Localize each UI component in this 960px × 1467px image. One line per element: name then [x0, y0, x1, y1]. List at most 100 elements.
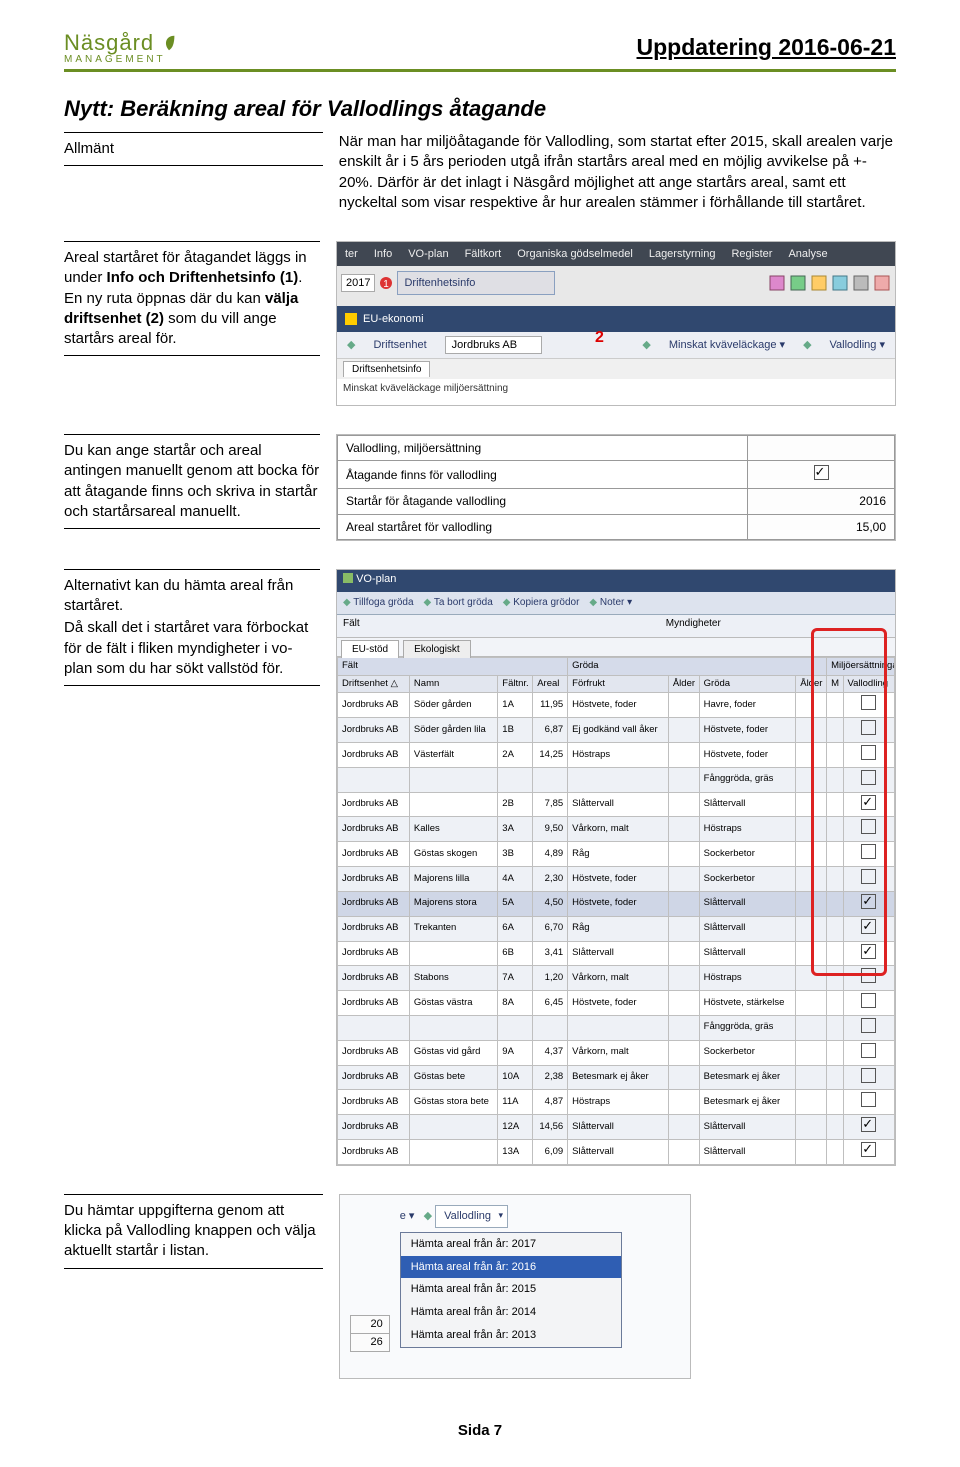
dropdown-item[interactable]: Hämta areal från år: 2015 — [401, 1278, 621, 1301]
grid-cell[interactable] — [843, 718, 894, 743]
grid-cell[interactable] — [409, 767, 497, 792]
grid-cell[interactable]: Vårkorn, malt — [568, 966, 669, 991]
icon-f[interactable] — [873, 274, 891, 292]
vallodling-button[interactable]: Vallodling — [435, 1205, 508, 1228]
grid-cell[interactable]: Sockerbetor — [699, 867, 796, 892]
grid-cell[interactable] — [827, 991, 843, 1016]
grid-cell[interactable]: Höstvete, foder — [699, 718, 796, 743]
grid-cell[interactable]: Slåttervall — [699, 792, 796, 817]
checkbox-icon[interactable] — [861, 869, 876, 884]
grid-cell[interactable]: 6,45 — [533, 991, 568, 1016]
grid-cell[interactable]: 7A — [498, 966, 533, 991]
checkbox-icon[interactable] — [861, 770, 876, 785]
grid-header[interactable]: Fältnr. — [498, 675, 533, 693]
checkbox-icon[interactable] — [861, 720, 876, 735]
checkbox-icon[interactable] — [861, 1092, 876, 1107]
grid-cell[interactable]: Råg — [568, 842, 669, 867]
grid-cell[interactable] — [843, 966, 894, 991]
tab-driftinfo[interactable]: Driftsenhetsinfo — [343, 361, 430, 378]
grid-cell[interactable] — [843, 1090, 894, 1115]
grid-cell[interactable] — [827, 891, 843, 916]
grid-cell[interactable]: Söder gården — [409, 693, 497, 718]
grid-cell[interactable] — [827, 693, 843, 718]
grid-cell[interactable]: Vårkorn, malt — [568, 1040, 669, 1065]
grid-cell[interactable]: 7,85 — [533, 792, 568, 817]
grid-header[interactable]: Förfrukt — [568, 675, 669, 693]
grid-cell[interactable]: 2B — [498, 792, 533, 817]
dropdown-item[interactable]: Hämta areal från år: 2017 — [401, 1233, 621, 1256]
grid-cell[interactable]: 3,41 — [533, 941, 568, 966]
grid-cell[interactable]: Majorens lilla — [409, 867, 497, 892]
grid-cell[interactable]: Råg — [568, 916, 669, 941]
grid-cell[interactable]: Jordbruks AB — [338, 1090, 410, 1115]
grid-cell[interactable] — [498, 1015, 533, 1040]
grid-cell[interactable] — [796, 693, 827, 718]
grid-cell[interactable] — [668, 792, 699, 817]
vallodling-menu-list[interactable]: Hämta areal från år: 2017 Hämta areal frå… — [400, 1232, 622, 1348]
grid-cell[interactable]: Fånggröda, gräs — [699, 767, 796, 792]
grid-cell[interactable]: Göstas skogen — [409, 842, 497, 867]
vo-toolbar-item[interactable]: ◆ Ta bort gröda — [424, 596, 493, 610]
grid-cell[interactable] — [668, 867, 699, 892]
grid-cell[interactable] — [796, 891, 827, 916]
menu-item[interactable]: Organiska gödselmedel — [509, 242, 641, 266]
grid-cell[interactable] — [843, 1015, 894, 1040]
grid-cell[interactable]: Söder gården lila — [409, 718, 497, 743]
grid-cell[interactable]: Slåttervall — [699, 1140, 796, 1165]
grid-cell[interactable] — [796, 767, 827, 792]
grid-cell[interactable]: 4,87 — [533, 1090, 568, 1115]
icon-a[interactable] — [768, 274, 786, 292]
grid-cell[interactable] — [796, 1040, 827, 1065]
grid-cell[interactable]: 11A — [498, 1090, 533, 1115]
grid-cell[interactable]: Jordbruks AB — [338, 1115, 410, 1140]
grid-cell[interactable]: Fånggröda, gräs — [699, 1015, 796, 1040]
grid-cell[interactable] — [568, 767, 669, 792]
grid-cell[interactable]: Slåttervall — [699, 1115, 796, 1140]
vallodling-menu[interactable]: Vallodling ▾ — [830, 338, 885, 353]
grid-cell[interactable] — [796, 1140, 827, 1165]
grid-cell[interactable] — [796, 991, 827, 1016]
grid-cell[interactable] — [668, 1140, 699, 1165]
grid-header[interactable]: Gröda — [699, 675, 796, 693]
grid-cell[interactable] — [668, 891, 699, 916]
grid-cell[interactable]: Slåttervall — [568, 1140, 669, 1165]
checkbox-icon[interactable] — [861, 1043, 876, 1058]
grid-cell[interactable]: Höstraps — [568, 743, 669, 768]
grid-cell[interactable] — [796, 792, 827, 817]
grid-cell[interactable]: Höstvete, foder — [568, 867, 669, 892]
grid-cell[interactable]: Göstas bete — [409, 1065, 497, 1090]
vo-toolbar-item[interactable]: ◆ Kopiera grödor — [503, 596, 580, 610]
grid-cell[interactable] — [827, 718, 843, 743]
grid-cell[interactable] — [796, 1090, 827, 1115]
grid-cell[interactable] — [843, 1065, 894, 1090]
grid-cell[interactable]: Betesmark ej åker — [699, 1065, 796, 1090]
grid-cell[interactable] — [796, 743, 827, 768]
dropdown-item[interactable]: Hämta areal från år: 2013 — [401, 1324, 621, 1347]
grid-cell[interactable]: 6B — [498, 941, 533, 966]
menu-item[interactable]: Fältkort — [457, 242, 510, 266]
grid-cell[interactable]: 6A — [498, 916, 533, 941]
menu-item[interactable]: Register — [723, 242, 780, 266]
grid-cell[interactable]: Majorens stora — [409, 891, 497, 916]
checkbox-icon[interactable] — [861, 1142, 876, 1157]
checkbox-icon[interactable] — [861, 944, 876, 959]
grid-cell[interactable]: Slåttervall — [568, 792, 669, 817]
grid-cell[interactable] — [668, 966, 699, 991]
grid-cell[interactable]: 11,95 — [533, 693, 568, 718]
grid-header[interactable]: Ålder — [668, 675, 699, 693]
grid-cell[interactable]: Höstraps — [568, 1090, 669, 1115]
checkbox-icon[interactable] — [861, 993, 876, 1008]
grid-cell[interactable] — [827, 867, 843, 892]
grid-cell[interactable] — [668, 693, 699, 718]
grid-cell[interactable]: Göstas vid gård — [409, 1040, 497, 1065]
grid-cell[interactable] — [843, 867, 894, 892]
checkbox-icon[interactable] — [861, 1018, 876, 1033]
grid-cell[interactable]: Stabons — [409, 966, 497, 991]
grid-cell[interactable] — [668, 1040, 699, 1065]
year-input[interactable]: 2017 — [341, 274, 375, 293]
grid-cell[interactable]: 3A — [498, 817, 533, 842]
checkbox-icon[interactable] — [861, 1117, 876, 1132]
form-value[interactable]: 2016 — [748, 489, 895, 514]
grid-cell[interactable] — [843, 1040, 894, 1065]
grid-cell[interactable] — [668, 743, 699, 768]
